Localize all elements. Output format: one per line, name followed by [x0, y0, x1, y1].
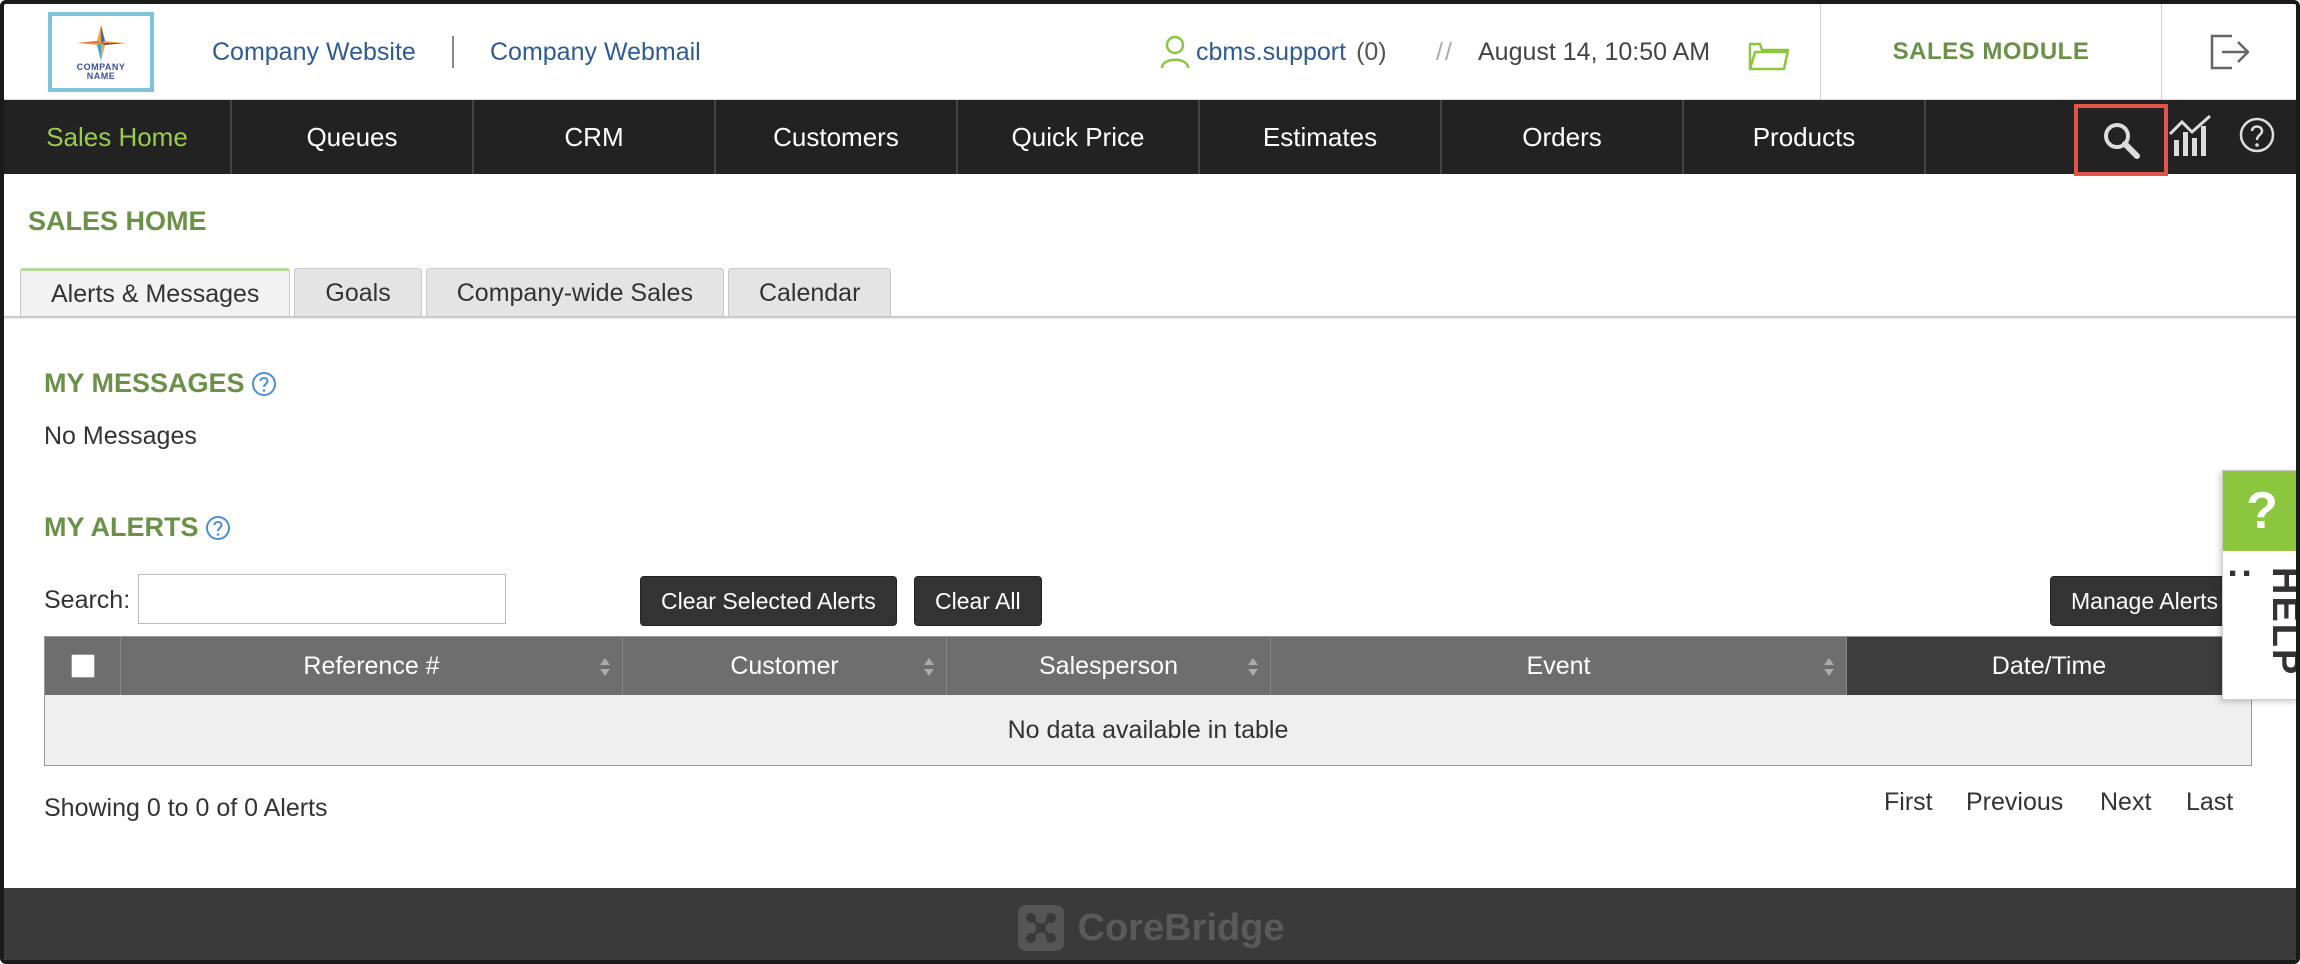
- nav-products[interactable]: Products: [1684, 100, 1926, 174]
- alerts-table-header: Reference # Customer Salesperson Event D…: [45, 637, 2251, 695]
- pager-previous[interactable]: Previous: [1966, 788, 2063, 817]
- messages-info-icon[interactable]: [251, 371, 277, 397]
- column-reference[interactable]: Reference #: [121, 637, 623, 695]
- module-label: SALES MODULE: [1892, 38, 2090, 65]
- app-frame: COMPANY NAME Company Website Company Web…: [0, 0, 2300, 964]
- top-header: COMPANY NAME Company Website Company Web…: [4, 4, 2296, 100]
- current-datetime: August 14, 10:50 AM: [1478, 38, 1711, 66]
- clear-selected-alerts-button[interactable]: Clear Selected Alerts: [640, 576, 897, 626]
- company-webmail-link[interactable]: Company Webmail: [490, 38, 701, 67]
- my-messages-title: MY MESSAGES: [44, 368, 245, 398]
- folder-icon[interactable]: [1748, 38, 1790, 72]
- my-messages-heading: MY MESSAGES: [44, 368, 277, 399]
- logo-star-icon: [77, 25, 125, 61]
- pager-next[interactable]: Next: [2100, 788, 2151, 817]
- help-circle-icon[interactable]: [2238, 116, 2276, 154]
- tab-company-wide-sales[interactable]: Company-wide Sales: [425, 268, 724, 318]
- user-notification-count: (0): [1356, 37, 1387, 66]
- clear-all-button[interactable]: Clear All: [914, 576, 1042, 626]
- help-side-tab[interactable]: ? HELP :: [2221, 470, 2300, 700]
- alerts-search-label: Search:: [44, 586, 131, 614]
- nav-customers[interactable]: Customers: [716, 100, 958, 174]
- header-separator: //: [1436, 38, 1454, 66]
- my-alerts-heading: MY ALERTS: [44, 512, 231, 543]
- tab-divider: [4, 316, 2296, 319]
- tab-goals[interactable]: Goals: [294, 268, 422, 318]
- help-tab-label: HELP :: [2221, 567, 2300, 676]
- my-alerts-title: MY ALERTS: [44, 512, 199, 542]
- pager-last[interactable]: Last: [2186, 788, 2233, 817]
- sort-icon: [924, 658, 934, 676]
- footer: CoreBridge: [4, 888, 2296, 960]
- alerts-table-body: No data available in table: [45, 695, 2251, 765]
- logo-text-name: NAME: [86, 71, 116, 81]
- select-all-checkbox[interactable]: [70, 654, 95, 678]
- column-event-label: Event: [1526, 651, 1591, 680]
- help-tab-badge: ?: [2223, 471, 2296, 551]
- sort-icon: [1824, 658, 1834, 676]
- global-search-button[interactable]: [2074, 104, 2168, 176]
- footer-brand: CoreBridge: [1077, 906, 1285, 949]
- column-customer[interactable]: Customer: [623, 637, 947, 695]
- alerts-info-icon[interactable]: [205, 515, 231, 541]
- column-datetime-label: Date/Time: [1991, 651, 2107, 680]
- tab-alerts-messages[interactable]: Alerts & Messages: [20, 268, 291, 318]
- user-name[interactable]: cbms.support: [1196, 38, 1346, 67]
- tab-calendar[interactable]: Calendar: [727, 268, 892, 318]
- user-menu[interactable]: cbms.support (0): [1160, 34, 1387, 70]
- search-icon: [2104, 123, 2140, 159]
- column-datetime[interactable]: Date/Time: [1847, 637, 2251, 695]
- table-info: Showing 0 to 0 of 0 Alerts: [44, 794, 328, 822]
- column-event[interactable]: Event: [1271, 637, 1847, 695]
- sort-icon: [1248, 658, 1258, 676]
- company-logo[interactable]: COMPANY NAME: [48, 12, 154, 92]
- user-icon: [1160, 35, 1190, 69]
- main-nav: Sales Home Queues CRM Customers Quick Pr…: [4, 100, 2296, 174]
- nav-quick-price[interactable]: Quick Price: [958, 100, 1200, 174]
- alerts-search-input[interactable]: [138, 574, 506, 624]
- manage-alerts-button[interactable]: Manage Alerts: [2050, 576, 2240, 626]
- page-tabs: Alerts & Messages Goals Company-wide Sal…: [20, 268, 892, 318]
- pager-first[interactable]: First: [1884, 788, 1933, 817]
- company-website-link[interactable]: Company Website: [212, 38, 416, 67]
- nav-orders[interactable]: Orders: [1442, 100, 1684, 174]
- question-icon: ?: [2246, 482, 2278, 540]
- header-divider: [452, 36, 454, 68]
- nav-queues[interactable]: Queues: [232, 100, 474, 174]
- no-messages-text: No Messages: [44, 422, 197, 450]
- table-empty-text: No data available in table: [1007, 715, 1289, 744]
- select-all-cell: [45, 637, 121, 695]
- nav-crm[interactable]: CRM: [474, 100, 716, 174]
- sort-icon: [600, 658, 610, 676]
- column-salesperson[interactable]: Salesperson: [947, 637, 1271, 695]
- alerts-table: Reference # Customer Salesperson Event D…: [44, 636, 2252, 766]
- nav-estimates[interactable]: Estimates: [1200, 100, 1442, 174]
- page-title: SALES HOME: [28, 206, 207, 236]
- column-customer-label: Customer: [730, 651, 839, 680]
- column-salesperson-label: Salesperson: [1039, 651, 1178, 680]
- logout-icon[interactable]: [2208, 32, 2252, 72]
- sales-module-switch[interactable]: SALES MODULE: [1820, 4, 2162, 100]
- nav-sales-home[interactable]: Sales Home: [4, 100, 232, 174]
- column-reference-label: Reference #: [303, 651, 440, 680]
- corebridge-logo-icon: [1017, 905, 1064, 951]
- chart-icon[interactable]: [2168, 114, 2214, 158]
